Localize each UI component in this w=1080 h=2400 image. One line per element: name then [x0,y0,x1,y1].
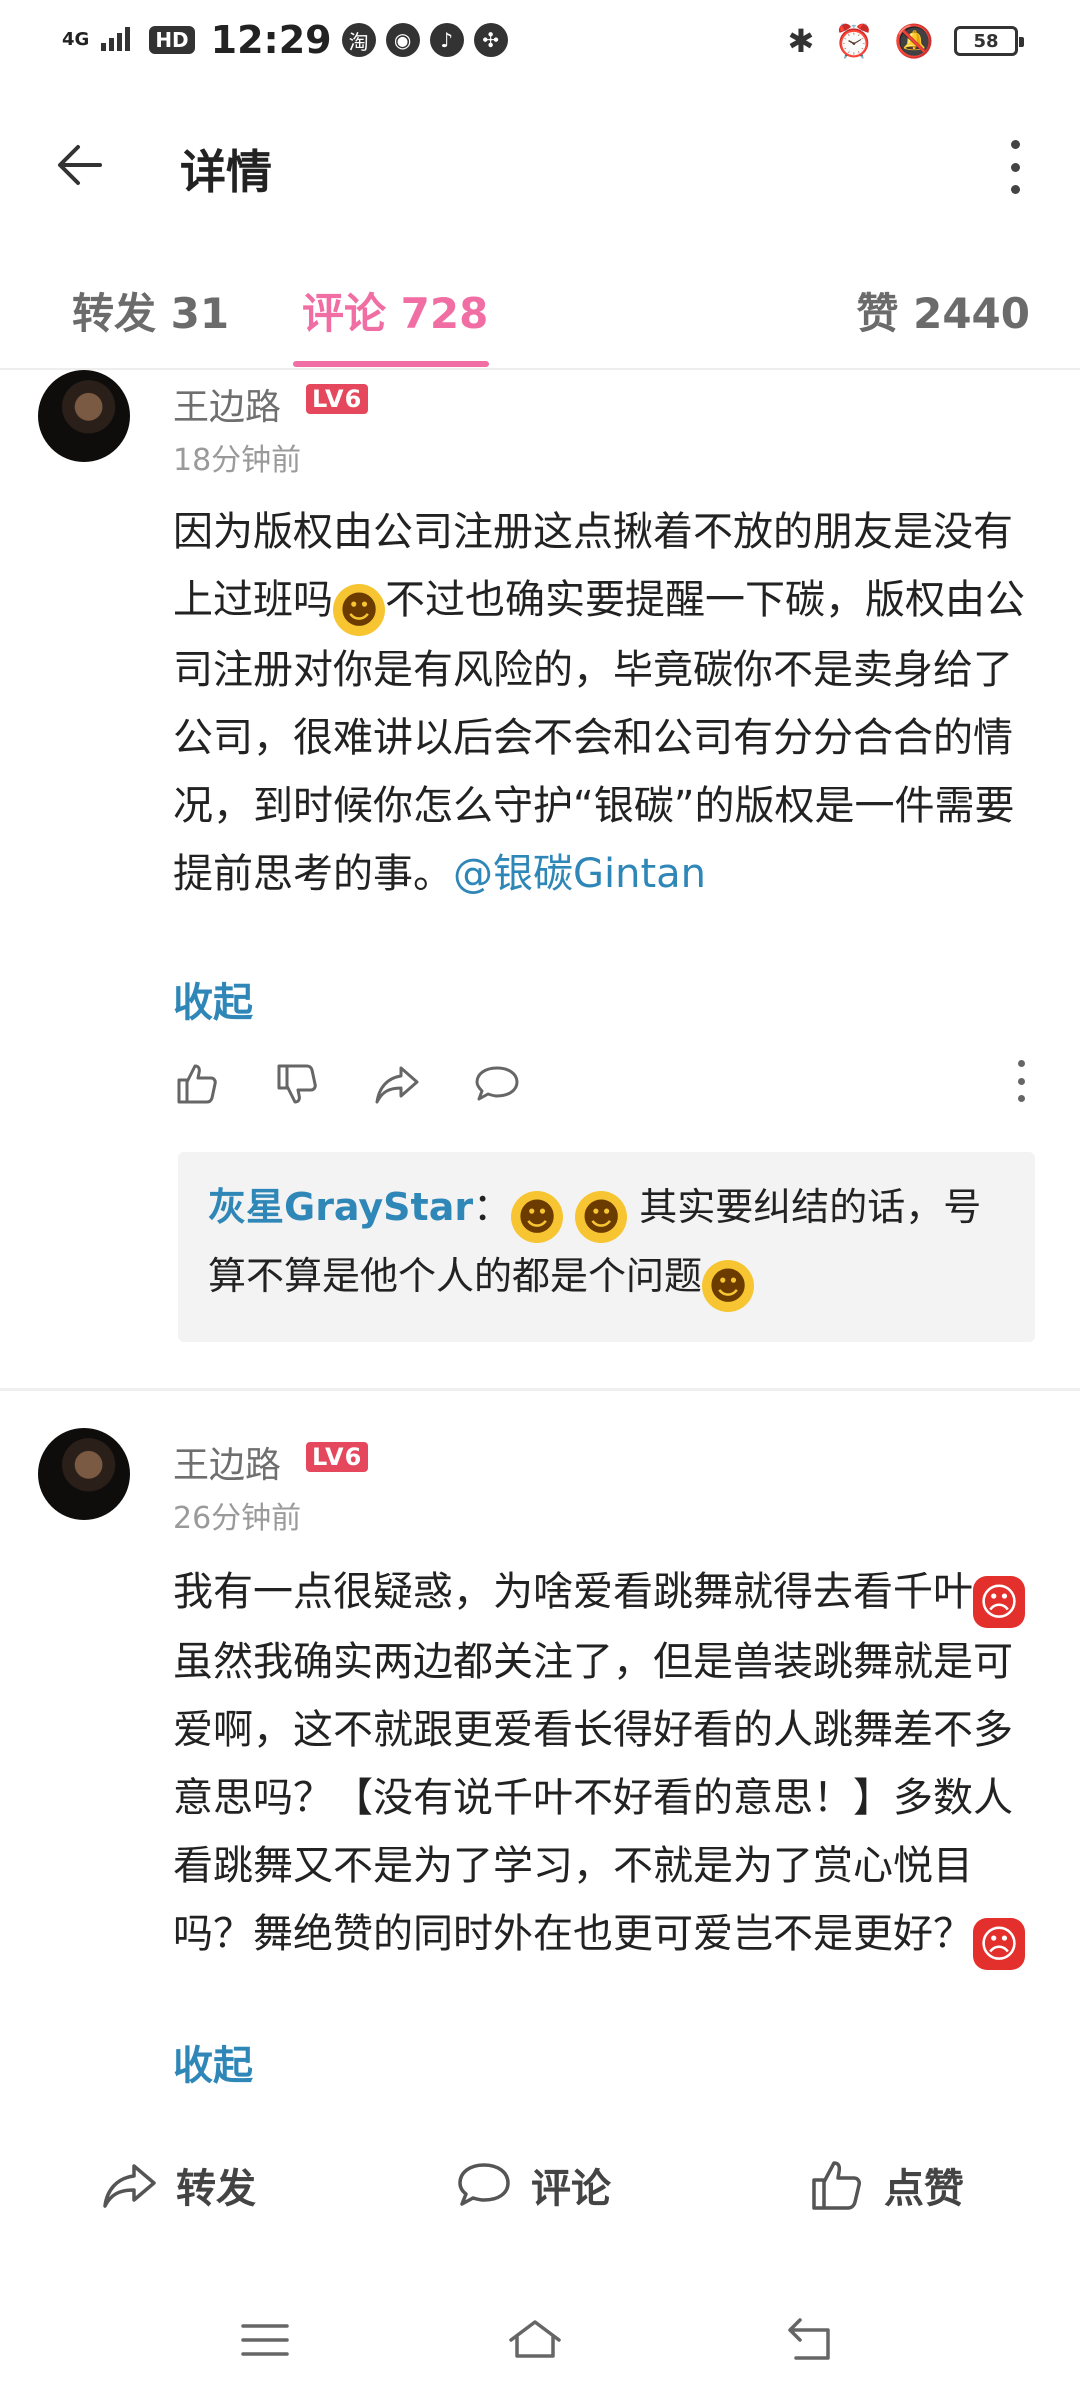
comment-text: 因为版权由公司注册这点揪着不放的朋友是没有上过班吗 ☻ 不过也确实要提醒一下碳，版权… [173,498,1033,908]
fan-icon: ✣ [473,23,508,57]
music-icon: ♪ [429,23,464,57]
divider [0,1388,1080,1391]
collapse-link[interactable]: 收起 [173,2033,253,2091]
comment-item: 王边路 LV6 18分钟前 因为版权由公司注册这点揪着不放的朋友是没有上过班吗 ☻… [0,370,1080,1370]
signal-icon [99,23,139,57]
system-nav-bar [0,2290,1080,2400]
comment-bubble-icon[interactable] [473,1060,521,1108]
comment-text: 我有一点很疑惑，为啥爱看跳舞就得去看千叶 ☹虽然我确实两边都关注了，但是兽装跳舞就… [173,1558,1033,1970]
compass-icon: ◉ [385,23,420,57]
comment-text-part: 我有一点很疑惑，为啥爱看跳舞就得去看千叶 [173,1569,973,1615]
clock: 12:29 [210,18,332,62]
taobao-icon: 淘 [341,23,376,57]
like-button[interactable]: 点赞 [808,2135,964,2235]
status-bar: 4G HD 12:29 淘 ◉ ♪ ✣ ✱ ⏰ 🔕 58 [0,0,1080,84]
thumbs-up-icon[interactable] [173,1060,221,1108]
reply-username[interactable]: 灰星GrayStar [208,1185,473,1229]
comment-label: 评论 [531,2166,611,2212]
comment-text-part: 虽然我确实两边都关注了，但是兽装跳舞就是可爱啊，这不就跟更爱看长得好看的人跳舞差… [173,1639,1013,1957]
active-tab-indicator [293,361,489,367]
level-badge: LV6 [306,384,369,414]
avatar[interactable] [38,1428,130,1520]
avatar[interactable] [38,370,130,462]
back-arrow-icon[interactable] [50,135,110,195]
laugh-cry-emoji-icon: ☻ [702,1260,755,1312]
hd-badge: HD [149,26,195,54]
share-arrow-icon [103,2164,156,2208]
comment-item: 王边路 LV6 26分钟前 我有一点很疑惑，为啥爱看跳舞就得去看千叶 ☹虽然我确实… [0,1428,1080,2128]
more-menu-icon[interactable] [1000,140,1030,194]
comment-actions [173,1060,1028,1120]
laugh-cry-emoji-icon: ☻ [575,1191,628,1243]
comment-time: 18分钟前 [173,443,302,478]
mute-icon: 🔕 [894,22,934,60]
comment-more-icon[interactable] [1014,1060,1028,1102]
bottom-action-bar: 转发 评论 点赞 [0,2135,1080,2265]
comment-username[interactable]: 王边路 [173,378,281,430]
repost-button[interactable]: 转发 [100,2135,256,2235]
comment-time: 26分钟前 [173,1501,302,1536]
thumbs-up-icon [812,2161,861,2210]
home-icon[interactable] [505,2310,565,2370]
network-indicator: 4G [62,29,90,50]
menu-icon[interactable] [235,2310,295,2370]
comment-bubble-icon [458,2163,510,2206]
laugh-cry-emoji-icon: ☻ [511,1191,564,1243]
page-title: 详情 [180,145,272,199]
reply-preview[interactable]: 灰星GrayStar： ☻ ☻ 其实要纠结的话，号算不算是他个人的都是个问题 ☻ [178,1152,1035,1342]
repost-label: 转发 [176,2166,256,2212]
alarm-icon: ⏰ [834,22,875,60]
mention-link[interactable]: @银碳Gintan [453,851,706,897]
comment-username[interactable]: 王边路 [173,1436,281,1488]
tab-comments[interactable]: 评论 728 [302,280,488,341]
comment-text-part: 不过也确实要提醒一下碳，版权由公司注册对你是有风险的，毕竟碳你不是卖身给了公司，… [173,577,1025,897]
angry-emoji-icon: ☹ [973,1576,1025,1628]
tab-likes[interactable]: 赞 2440 [856,280,1030,341]
battery-icon: 58 [954,26,1024,56]
share-arrow-icon[interactable] [373,1060,421,1108]
back-icon[interactable] [780,2310,840,2370]
tab-repost[interactable]: 转发 31 [72,280,229,341]
angry-emoji-icon: ☹ [973,1918,1025,1970]
laugh-cry-emoji-icon: ☻ [333,584,385,636]
collapse-link[interactable]: 收起 [173,970,253,1028]
tab-bar: 转发 31 评论 728 赞 2440 [0,250,1080,370]
bluetooth-icon: ✱ [787,22,815,60]
level-badge: LV6 [306,1442,369,1472]
thumbs-down-icon[interactable] [273,1060,321,1108]
like-label: 点赞 [884,2166,964,2212]
comment-button[interactable]: 评论 [455,2135,611,2235]
app-bar: 详情 [0,100,1080,230]
